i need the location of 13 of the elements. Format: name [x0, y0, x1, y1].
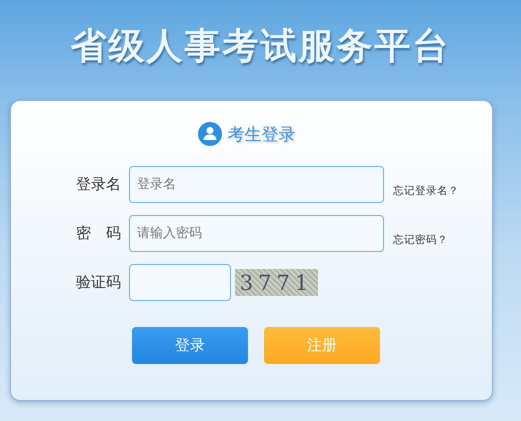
- login-button[interactable]: 登录: [132, 327, 248, 364]
- captcha-image[interactable]: 3771: [235, 269, 318, 296]
- user-icon: [198, 122, 222, 146]
- password-field[interactable]: 请输入密码: [129, 215, 384, 252]
- forgot-link[interactable]: 忘记登录名？: [393, 184, 459, 198]
- site-title: 省级人事考试服务平台: [70, 25, 450, 69]
- username-field[interactable]: 登录名: [129, 166, 384, 203]
- login-heading: 考生登录: [228, 124, 296, 146]
- field-label: 密 码: [75, 224, 122, 243]
- forgot-link[interactable]: 忘记密码？: [393, 232, 448, 246]
- field-label: 验证码: [75, 273, 122, 292]
- captcha-field[interactable]: [129, 264, 231, 301]
- field-label: 登录名: [75, 175, 122, 194]
